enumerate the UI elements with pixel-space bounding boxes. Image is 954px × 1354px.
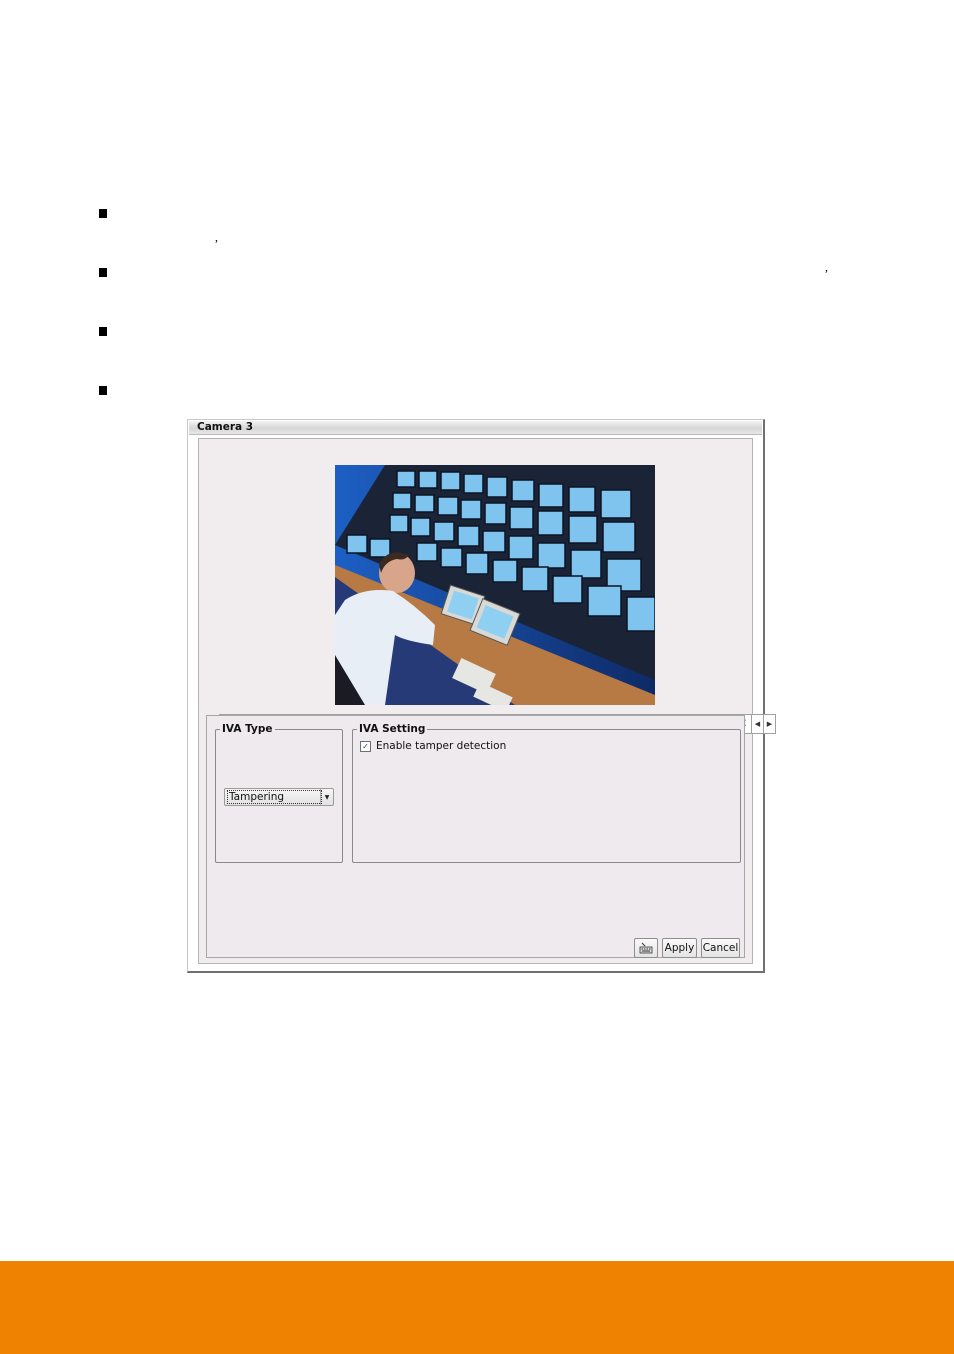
bullet-1-comma: , (215, 230, 218, 244)
iva-type-group: IVA Type Tampering ▼ (215, 722, 343, 863)
bullet-2 (99, 268, 107, 277)
apply-button[interactable]: Apply (662, 938, 697, 958)
chevron-down-icon[interactable]: ▼ (320, 789, 333, 805)
enable-tamper-detection-label: Enable tamper detection (376, 740, 507, 752)
virtual-keyboard-button[interactable] (634, 938, 658, 958)
cancel-button[interactable]: Cancel (701, 938, 740, 958)
iva-setting-group: IVA Setting ✓ Enable tamper detection (352, 722, 741, 863)
tab-scroll-left-icon[interactable]: ◀ (752, 715, 763, 733)
bullet-1 (99, 209, 107, 218)
surveillance-room-illustration (335, 465, 655, 705)
tab-scroll-buttons: ◀ ▶ (750, 714, 776, 734)
enable-tamper-detection-row[interactable]: ✓ Enable tamper detection (360, 740, 506, 752)
bullet-2-comma: , (825, 260, 828, 274)
window-body: ure Stream ROI Smart Stream Privacy Mask… (198, 438, 776, 964)
camera-settings-window: Camera 3 ◀ ▶ IVA Type Tampering ▼ IVA Se… (187, 419, 776, 973)
bullet-3 (99, 327, 107, 336)
iva-setting-label: IVA Setting (357, 722, 428, 736)
window-titlebar[interactable]: Camera 3 (189, 421, 762, 435)
iva-type-label: IVA Type (220, 722, 275, 736)
window-title: Camera 3 (197, 421, 254, 433)
iva-tab-panel: IVA Type Tampering ▼ IVA Setting ✓ Enabl… (206, 715, 745, 958)
camera-preview-image (335, 465, 655, 705)
iva-type-select[interactable]: Tampering ▼ (224, 788, 334, 806)
enable-tamper-detection-checkbox[interactable]: ✓ (360, 740, 371, 752)
iva-type-selected-value: Tampering (227, 790, 322, 804)
bullet-4 (99, 386, 107, 395)
tab-scroll-right-icon[interactable]: ▶ (762, 715, 775, 733)
page-footer-band (0, 1261, 954, 1354)
keyboard-icon (639, 942, 653, 954)
